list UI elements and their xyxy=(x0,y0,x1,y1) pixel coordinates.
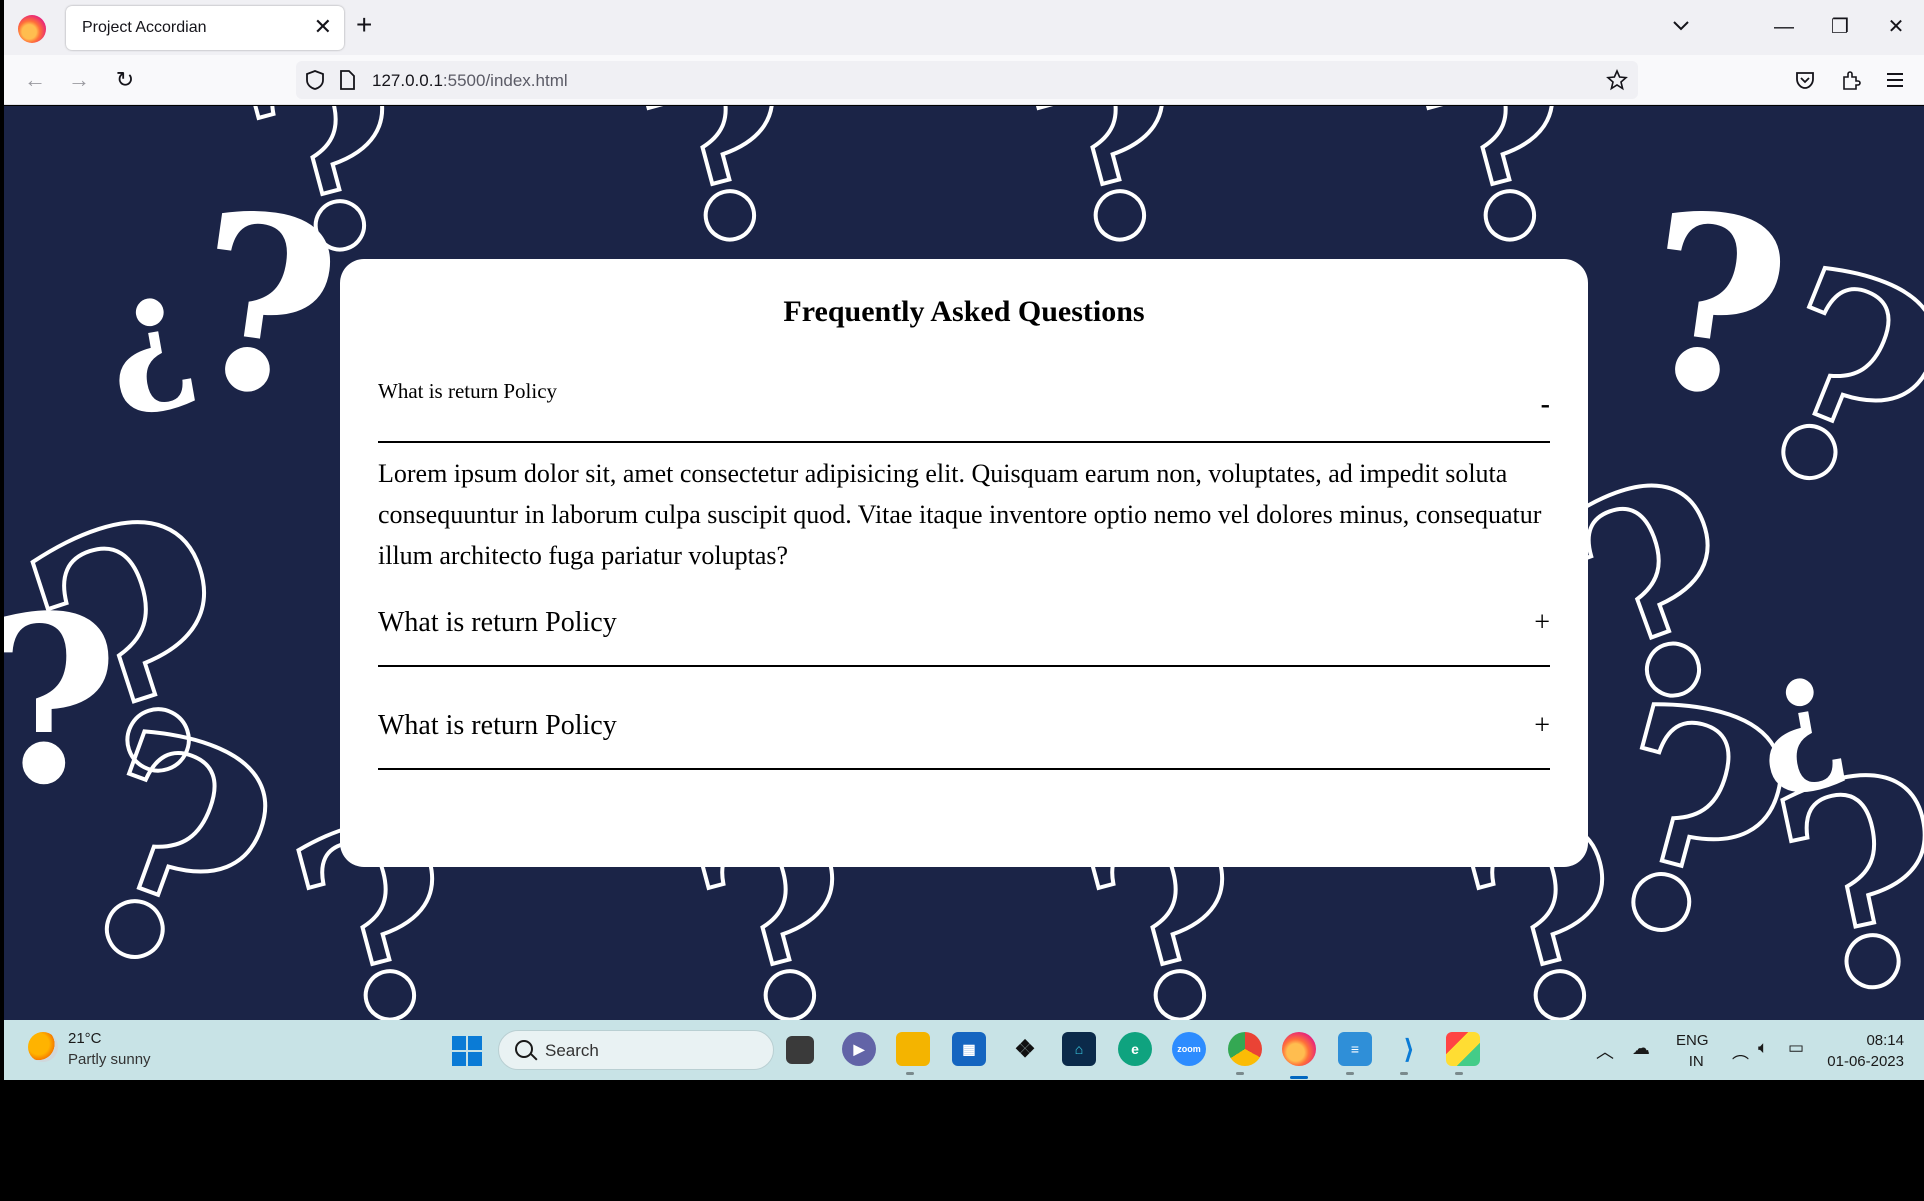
reload-icon[interactable]: ↻ xyxy=(112,67,138,93)
app-icon[interactable] xyxy=(1446,1032,1480,1066)
region-code: IN xyxy=(1688,1053,1704,1070)
clock[interactable]: 08:14 01-06-2023 xyxy=(1827,1030,1904,1072)
running-app-indicator xyxy=(1455,1072,1463,1075)
language-code: ENG xyxy=(1676,1032,1709,1049)
onedrive-icon[interactable]: ☁ xyxy=(1632,1038,1650,1059)
faq-card: Frequently Asked Questions What is retur… xyxy=(340,259,1588,867)
bookmark-star-icon[interactable] xyxy=(1606,69,1628,91)
battery-icon[interactable]: ▭ xyxy=(1788,1038,1804,1058)
url-host: 127.0.0.1 xyxy=(372,71,443,90)
restore-icon[interactable]: ❐ xyxy=(1820,10,1860,44)
browser-tab-bar: Project Accordian ✕ + — ❐ ✕ xyxy=(4,0,1924,55)
tab-title: Project Accordian xyxy=(82,19,207,36)
page-icon xyxy=(340,70,355,90)
faq-question-3[interactable]: What is return Policy + xyxy=(378,710,1550,770)
microsoft-store-icon[interactable]: ▦ xyxy=(952,1032,986,1066)
running-app-indicator xyxy=(906,1072,914,1075)
weather-icon[interactable] xyxy=(28,1032,58,1062)
faq-question-label: What is return Policy xyxy=(378,710,617,741)
teams-chat-icon[interactable]: ▶ xyxy=(842,1032,876,1066)
address-bar[interactable]: 127.0.0.1:5500/index.html xyxy=(296,61,1638,99)
back-icon[interactable]: ← xyxy=(22,67,48,93)
browser-nav-bar: ← → ↻ 127.0.0.1:5500/index.html xyxy=(4,55,1924,105)
taskbar: 21°C Partly sunny Search ▶ ▦ ❖ ⌂ e zoom … xyxy=(4,1020,1924,1080)
vscode-icon[interactable]: ⟩ xyxy=(1392,1032,1426,1066)
search-placeholder: Search xyxy=(545,1041,599,1060)
extensions-icon[interactable] xyxy=(1840,69,1862,91)
question-mark-decoration: ? xyxy=(4,586,119,816)
faq-question-2[interactable]: What is return Policy + xyxy=(378,607,1550,667)
active-app-indicator xyxy=(1290,1076,1308,1079)
chrome-icon[interactable] xyxy=(1228,1032,1262,1066)
windows-start-icon[interactable] xyxy=(452,1036,482,1066)
expand-icon[interactable]: + xyxy=(1534,607,1550,639)
menu-icon[interactable] xyxy=(1884,69,1906,91)
notepad-icon[interactable]: ≡ xyxy=(1338,1032,1372,1066)
expand-icon[interactable]: + xyxy=(1534,710,1550,742)
clock-time: 08:14 xyxy=(1866,1032,1904,1049)
firefox-icon[interactable] xyxy=(18,15,46,43)
terminal-app-icon[interactable]: ⌂ xyxy=(1062,1032,1096,1066)
taskbar-search-box[interactable]: Search xyxy=(498,1030,774,1070)
shield-icon[interactable] xyxy=(304,69,326,91)
url-text: 127.0.0.1:5500/index.html xyxy=(372,71,568,91)
inverted-question-mark-decoration: ¿ xyxy=(89,236,207,426)
edge-icon[interactable]: e xyxy=(1118,1032,1152,1066)
minimize-icon[interactable]: — xyxy=(1764,10,1804,44)
faq-answer-1: Lorem ipsum dolor sit, amet consectetur … xyxy=(378,459,1542,570)
new-tab-icon[interactable]: + xyxy=(356,10,372,40)
volume-icon[interactable]: 🔈︎ xyxy=(1758,1038,1768,1058)
close-window-icon[interactable]: ✕ xyxy=(1876,10,1916,44)
browser-tab[interactable]: Project Accordian ✕ xyxy=(66,6,344,50)
search-icon xyxy=(515,1040,533,1058)
dropbox-icon[interactable]: ❖ xyxy=(1008,1032,1042,1066)
faq-question-label: What is return Policy xyxy=(378,379,558,403)
zoom-icon[interactable]: zoom xyxy=(1172,1032,1206,1066)
running-app-indicator xyxy=(1400,1072,1408,1075)
close-tab-icon[interactable]: ✕ xyxy=(314,15,332,39)
language-indicator[interactable]: ENG IN xyxy=(1676,1030,1709,1072)
screen: Project Accordian ✕ + — ❐ ✕ ← → ↻ 127.0.… xyxy=(0,0,1924,1201)
page-background: ? ? ¿ ? ? ? ? ? ? ? ? ? ¿ ? ? ? ? ? ? Fr… xyxy=(4,106,1924,1020)
file-explorer-icon[interactable] xyxy=(896,1032,930,1066)
clock-date: 01-06-2023 xyxy=(1827,1053,1904,1070)
url-path: :5500/index.html xyxy=(442,71,568,90)
running-app-indicator xyxy=(1346,1072,1354,1075)
zoom-label: zoom xyxy=(1177,1044,1201,1054)
running-app-indicator xyxy=(1236,1072,1244,1075)
weather-temperature[interactable]: 21°C xyxy=(68,1030,102,1047)
tab-list-chevron-icon[interactable] xyxy=(1668,13,1694,39)
forward-icon[interactable]: → xyxy=(66,67,92,93)
question-mark-decoration: ? xyxy=(1749,706,1924,1020)
faq-question-label: What is return Policy xyxy=(378,607,617,638)
collapse-icon[interactable]: - xyxy=(1541,389,1550,421)
pocket-icon[interactable] xyxy=(1794,69,1816,91)
show-hidden-icons-chevron-icon[interactable]: ︿ xyxy=(1596,1038,1614,1064)
faq-title: Frequently Asked Questions xyxy=(783,295,1145,328)
task-view-icon[interactable] xyxy=(786,1036,814,1064)
wifi-icon[interactable]: ︵ xyxy=(1732,1038,1749,1063)
faq-question-1[interactable]: What is return Policy - xyxy=(378,379,1550,443)
weather-description[interactable]: Partly sunny xyxy=(68,1051,151,1068)
firefox-taskbar-icon[interactable] xyxy=(1282,1032,1316,1066)
